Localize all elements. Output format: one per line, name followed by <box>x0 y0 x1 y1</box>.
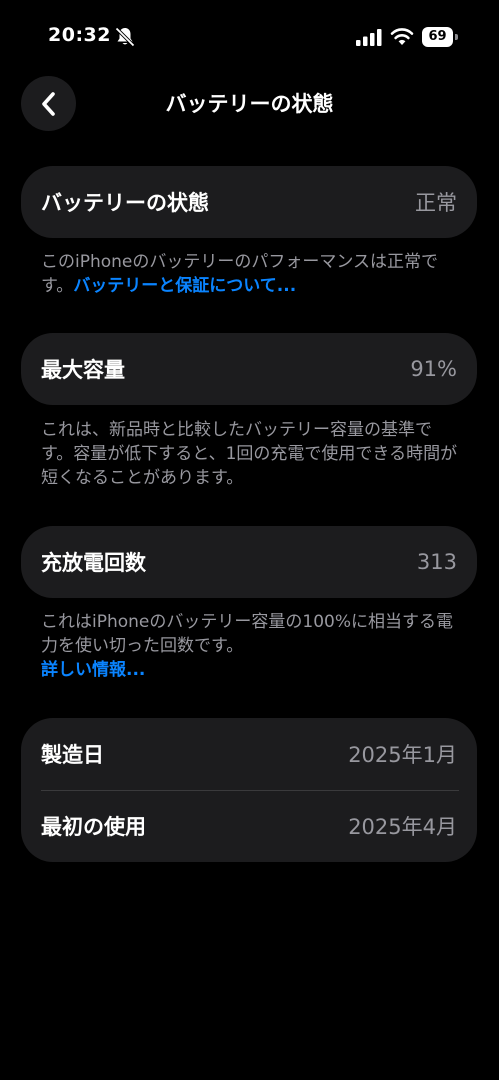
battery-level: 69 <box>422 27 453 47</box>
maximum-capacity-value: 91% <box>410 357 457 381</box>
cycle-count-card: 充放電回数 313 <box>21 526 477 598</box>
cycle-count-description: これはiPhoneのバッテリー容量の100%に相当する電力を使い切った回数です。 <box>41 612 453 656</box>
cycle-count-footnote: これはiPhoneのバッテリー容量の100%に相当する電力を使い切った回数です。… <box>41 610 461 682</box>
page-title: バッテリーの状態 <box>165 92 334 116</box>
first-use-value: 2025年4月 <box>348 815 457 839</box>
status-time: 20:32 <box>48 24 111 46</box>
learn-more-link[interactable]: 詳しい情報... <box>41 660 145 680</box>
manufacture-date-value: 2025年1月 <box>348 743 457 767</box>
maximum-capacity-label: 最大容量 <box>41 358 125 382</box>
first-use-row: 最初の使用 2025年4月 <box>21 790 477 862</box>
status-bar: 20:32 69 <box>0 0 499 72</box>
battery-health-value: 正常 <box>415 191 457 215</box>
battery-warranty-link[interactable]: バッテリーと保証について... <box>73 276 296 296</box>
chevron-left-icon <box>41 91 55 116</box>
dates-card: 製造日 2025年1月 最初の使用 2025年4月 <box>21 718 477 862</box>
maximum-capacity-footnote: これは、新品時と比較したバッテリー容量の基準です。容量が低下すると、1回の充電で… <box>41 420 458 488</box>
battery-cap <box>455 34 458 40</box>
cycle-count-row: 充放電回数 313 <box>21 526 477 598</box>
maximum-capacity-card: 最大容量 91% <box>21 333 477 405</box>
battery-icon: 69 <box>422 27 458 47</box>
battery-health-card: バッテリーの状態 正常 <box>21 166 477 238</box>
cycle-count-value: 313 <box>416 550 457 574</box>
manufacture-date-row: 製造日 2025年1月 <box>21 718 477 790</box>
battery-health-label: バッテリーの状態 <box>41 191 209 215</box>
back-button[interactable] <box>21 76 76 131</box>
battery-health-footnote: このiPhoneのバッテリーのパフォーマンスは正常です。バッテリーと保証について… <box>41 250 461 298</box>
cellular-signal-icon <box>356 29 382 46</box>
manufacture-date-label: 製造日 <box>41 743 104 767</box>
bell-slash-icon <box>115 27 135 47</box>
cycle-count-label: 充放電回数 <box>41 551 146 575</box>
maximum-capacity-row: 最大容量 91% <box>21 333 477 405</box>
battery-health-row: バッテリーの状態 正常 <box>21 166 477 238</box>
wifi-icon <box>390 28 414 45</box>
first-use-label: 最初の使用 <box>41 815 146 839</box>
